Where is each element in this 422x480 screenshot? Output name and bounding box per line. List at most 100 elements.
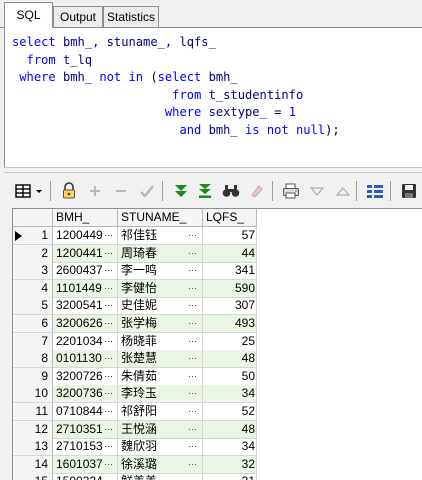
cell-bmh[interactable]: 1500324··· — [53, 473, 118, 480]
save-icon[interactable] — [400, 182, 418, 200]
table-row[interactable]: 1 1200449 ··· 祁佳钰 ··· 57 — [13, 227, 263, 245]
delete-record-icon[interactable] — [112, 182, 130, 200]
column-header-stuname[interactable]: STUNAME_ — [118, 209, 203, 227]
table-row[interactable]: 11 0710844 ··· 祁舒阳 ··· 52 — [13, 403, 263, 421]
tab-output[interactable]: Output — [53, 6, 103, 27]
tab-statistics[interactable]: Statistics — [103, 6, 159, 27]
cell-lqfs[interactable]: 34 — [203, 438, 257, 457]
table-row[interactable]: 7 2201034 ··· 杨晓菲 ··· 25 — [13, 332, 263, 351]
grid-menu-icon[interactable] — [14, 182, 44, 200]
table-row[interactable]: 13 2710153 ··· 魏欣羽 ··· 34 — [13, 438, 263, 457]
cell-stuname[interactable]: 张学梅 ··· — [118, 315, 203, 333]
pane-splitter[interactable] — [4, 167, 422, 173]
row-number[interactable]: 3 — [13, 262, 53, 281]
table-row[interactable]: 2 1200441 ··· 周琦春 ··· 44 — [13, 244, 263, 263]
cell-lqfs[interactable]: 31 — [203, 473, 257, 480]
table-row[interactable]: 5 3200541 ··· 史佳妮 ··· 307 — [13, 297, 263, 316]
cell-lqfs[interactable]: 52 — [203, 403, 257, 421]
cell-editor-ellipsis-icon[interactable]: ··· — [104, 438, 113, 454]
tab-sql[interactable]: SQL — [4, 2, 53, 28]
cell-bmh[interactable]: 3200726 ··· — [53, 367, 118, 386]
cell-editor-ellipsis-icon[interactable]: ··· — [188, 262, 197, 278]
cell-editor-ellipsis-icon[interactable]: ··· — [188, 280, 197, 296]
cell-lqfs[interactable]: 590 — [203, 279, 257, 298]
table-row[interactable]: 4 1101449 ··· 李健怡 ··· 590 — [13, 279, 263, 298]
cell-stuname[interactable]: 周琦春 ··· — [118, 244, 203, 263]
cell-bmh[interactable]: 1601037 ··· — [53, 455, 118, 474]
cell-stuname[interactable]: 王悦涵 ··· — [118, 420, 203, 439]
cell-lqfs[interactable]: 57 — [203, 227, 257, 245]
cell-lqfs[interactable]: 48 — [203, 350, 257, 369]
table-row[interactable]: 9 3200726 ··· 朱倩茹 ··· 50 — [13, 367, 263, 386]
table-row[interactable]: 6 3200626 ··· 张学梅 ··· 493 — [13, 315, 263, 333]
add-record-icon[interactable] — [86, 182, 104, 200]
cell-lqfs[interactable]: 25 — [203, 332, 257, 351]
cell-editor-ellipsis-icon[interactable]: ··· — [104, 280, 113, 296]
row-number[interactable]: 11 — [13, 403, 53, 421]
cell-editor-ellipsis-icon[interactable]: ··· — [188, 350, 197, 366]
cell-stuname[interactable]: 李玲玉 ··· — [118, 385, 203, 404]
cell-editor-ellipsis-icon[interactable]: ··· — [188, 315, 197, 331]
table-row[interactable]: 151500324···鲜美美···31 — [13, 473, 263, 480]
cell-bmh[interactable]: 0710844 ··· — [53, 403, 118, 421]
cell-stuname[interactable]: 杨晓菲 ··· — [118, 332, 203, 351]
cell-editor-ellipsis-icon[interactable]: ··· — [104, 315, 113, 331]
filter-down-icon[interactable] — [308, 182, 326, 200]
cell-stuname[interactable]: 李健怡 ··· — [118, 279, 203, 298]
cell-bmh[interactable]: 1101449 ··· — [53, 279, 118, 298]
row-number[interactable]: 4 — [13, 279, 53, 298]
cell-bmh[interactable]: 1200441 ··· — [53, 244, 118, 263]
row-number[interactable]: 13 — [13, 438, 53, 457]
cell-bmh[interactable]: 0101130 ··· — [53, 350, 118, 369]
table-row[interactable]: 14 1601037 ··· 徐溪璐 ··· 32 — [13, 455, 263, 474]
cell-editor-ellipsis-icon[interactable]: ··· — [188, 227, 197, 243]
cell-editor-ellipsis-icon[interactable]: ··· — [188, 297, 197, 313]
row-number[interactable]: 9 — [13, 367, 53, 386]
cell-stuname[interactable]: 鲜美美 ··· — [118, 473, 203, 480]
lock-icon[interactable] — [60, 182, 78, 200]
cell-bmh[interactable]: 3200736 ··· — [53, 385, 118, 404]
cell-editor-ellipsis-icon[interactable]: ··· — [188, 368, 197, 384]
cell-editor-ellipsis-icon[interactable]: ··· — [104, 333, 113, 349]
table-row[interactable]: 8 0101130 ··· 张楚慧 ··· 48 — [13, 350, 263, 369]
cell-editor-ellipsis-icon[interactable]: ··· — [104, 421, 113, 437]
cell-bmh[interactable]: 1200449 ··· — [53, 227, 118, 245]
cell-editor-ellipsis-icon[interactable]: ··· — [188, 403, 197, 419]
cell-bmh[interactable]: 2201034 ··· — [53, 332, 118, 351]
fetch-next-page-icon[interactable] — [172, 182, 190, 200]
cell-editor-ellipsis-icon[interactable]: ··· — [188, 385, 197, 401]
cell-bmh[interactable]: 3200626 ··· — [53, 315, 118, 333]
cell-lqfs[interactable]: 32 — [203, 455, 257, 474]
row-number[interactable]: 2 — [13, 244, 53, 263]
row-number[interactable]: 12 — [13, 420, 53, 439]
cell-editor-ellipsis-icon[interactable]: ··· — [104, 262, 113, 278]
cell-stuname[interactable]: 祁舒阳 ··· — [118, 403, 203, 421]
cell-editor-ellipsis-icon[interactable]: ··· — [104, 403, 113, 419]
cell-editor-ellipsis-icon[interactable]: ··· — [104, 350, 113, 366]
cell-stuname[interactable]: 李一鸣 ··· — [118, 262, 203, 281]
results-grid[interactable]: BMH_ STUNAME_ LQFS_ 1 1200449 ··· 祁佳钰 ··· 57 2… — [12, 208, 422, 480]
cell-editor-ellipsis-icon[interactable]: ··· — [104, 227, 113, 243]
cell-lqfs[interactable]: 341 — [203, 262, 257, 281]
cell-bmh[interactable]: 3200541 ··· — [53, 297, 118, 316]
cell-stuname[interactable]: 祁佳钰 ··· — [118, 227, 203, 245]
cell-stuname[interactable]: 朱倩茹 ··· — [118, 367, 203, 386]
post-changes-icon[interactable] — [138, 182, 156, 200]
cell-lqfs[interactable]: 44 — [203, 244, 257, 263]
column-header-bmh[interactable]: BMH_ — [53, 209, 118, 227]
cell-lqfs[interactable]: 50 — [203, 367, 257, 386]
row-number[interactable]: 5 — [13, 297, 53, 316]
row-number[interactable]: 15 — [13, 473, 53, 480]
cell-editor-ellipsis-icon[interactable]: ··· — [104, 385, 113, 401]
cell-lqfs[interactable]: 34 — [203, 385, 257, 404]
cell-lqfs[interactable]: 307 — [203, 297, 257, 316]
cell-bmh[interactable]: 2710153 ··· — [53, 438, 118, 457]
row-number[interactable]: 14 — [13, 455, 53, 474]
row-number[interactable]: 8 — [13, 350, 53, 369]
row-number[interactable]: 7 — [13, 332, 53, 351]
sql-code[interactable]: select bmh_, stuname_, lqfs_ from t_lq w… — [12, 34, 340, 139]
cell-lqfs[interactable]: 493 — [203, 315, 257, 333]
cell-editor-ellipsis-icon[interactable]: ··· — [188, 473, 197, 480]
fetch-last-page-icon[interactable] — [196, 182, 214, 200]
cell-editor-ellipsis-icon[interactable]: ··· — [104, 456, 113, 472]
